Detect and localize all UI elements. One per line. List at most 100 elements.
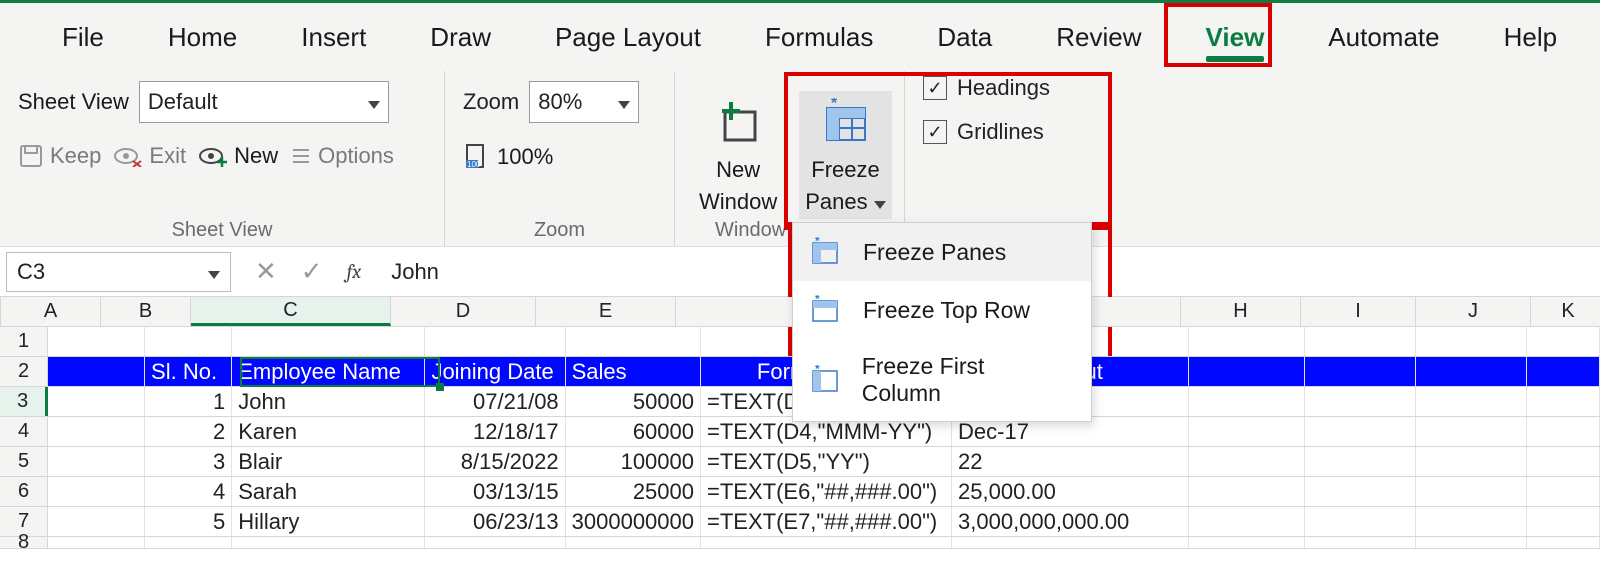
tab-file[interactable]: File bbox=[30, 16, 136, 59]
zoom-select[interactable]: 80% bbox=[529, 81, 639, 123]
new-window-button[interactable]: New Window bbox=[693, 91, 783, 219]
cell[interactable]: Joining Date bbox=[425, 357, 565, 386]
col-header-D[interactable]: D bbox=[391, 297, 536, 326]
cell[interactable] bbox=[701, 537, 952, 548]
zoom-100-button[interactable]: 100 100% bbox=[463, 143, 656, 171]
freeze-panes-button[interactable]: * Freeze Panes bbox=[799, 91, 892, 219]
cell[interactable] bbox=[1189, 447, 1305, 476]
row-header-5[interactable]: 5 bbox=[0, 447, 48, 476]
cell[interactable] bbox=[1527, 387, 1600, 416]
col-header-K[interactable]: K bbox=[1531, 297, 1600, 326]
cell[interactable] bbox=[232, 537, 425, 548]
enter-icon[interactable]: ✓ bbox=[301, 256, 323, 287]
cell[interactable]: 07/21/08 bbox=[425, 387, 565, 416]
cell[interactable] bbox=[1305, 537, 1416, 548]
cell[interactable] bbox=[1189, 507, 1305, 536]
col-header-B[interactable]: B bbox=[101, 297, 191, 326]
cell[interactable] bbox=[1527, 417, 1600, 446]
cell[interactable]: Sl. No. bbox=[145, 357, 232, 386]
cell[interactable]: 3,000,000,000.00 bbox=[952, 507, 1189, 536]
cell[interactable]: =TEXT(E7,"##,###.00") bbox=[701, 507, 952, 536]
cell[interactable] bbox=[48, 357, 145, 386]
col-header-H[interactable]: H bbox=[1181, 297, 1301, 326]
exit-button[interactable]: Exit bbox=[113, 143, 186, 169]
col-header-C[interactable]: C bbox=[191, 297, 391, 326]
cell[interactable]: John bbox=[232, 387, 425, 416]
name-box[interactable]: C3 bbox=[6, 252, 231, 292]
tab-draw[interactable]: Draw bbox=[398, 16, 523, 59]
options-button[interactable]: Options bbox=[290, 143, 394, 169]
cell[interactable] bbox=[1527, 447, 1600, 476]
cell[interactable] bbox=[425, 537, 565, 548]
tab-view[interactable]: View bbox=[1174, 16, 1297, 59]
cell[interactable] bbox=[1416, 447, 1527, 476]
cell[interactable] bbox=[1527, 537, 1600, 548]
gridlines-checkbox[interactable]: ✓ Gridlines bbox=[923, 119, 1050, 145]
row-header-4[interactable]: 4 bbox=[0, 417, 48, 446]
tab-insert[interactable]: Insert bbox=[269, 16, 398, 59]
cell[interactable] bbox=[1189, 477, 1305, 506]
cell[interactable] bbox=[1305, 357, 1416, 386]
row-header-2[interactable]: 2 bbox=[0, 357, 48, 386]
formula-value[interactable]: John bbox=[381, 259, 439, 285]
fill-handle[interactable] bbox=[436, 383, 444, 391]
row-header-1[interactable]: 1 bbox=[0, 327, 48, 356]
cell[interactable]: 1 bbox=[145, 387, 232, 416]
cell[interactable] bbox=[566, 537, 701, 548]
row-header-3[interactable]: 3 bbox=[0, 387, 48, 416]
cell[interactable] bbox=[1527, 507, 1600, 536]
cell[interactable]: 03/13/15 bbox=[425, 477, 565, 506]
col-header-E[interactable]: E bbox=[536, 297, 676, 326]
cell[interactable] bbox=[1305, 507, 1416, 536]
cell[interactable]: Employee Name bbox=[232, 357, 425, 386]
tab-formulas[interactable]: Formulas bbox=[733, 16, 905, 59]
cell[interactable] bbox=[48, 327, 145, 356]
cell[interactable] bbox=[1416, 477, 1527, 506]
cell[interactable] bbox=[1416, 537, 1527, 548]
cancel-icon[interactable]: ✕ bbox=[255, 256, 277, 287]
cell[interactable] bbox=[48, 387, 145, 416]
col-header-I[interactable]: I bbox=[1301, 297, 1416, 326]
cell[interactable] bbox=[1305, 327, 1416, 356]
keep-button[interactable]: Keep bbox=[18, 143, 101, 169]
cell[interactable]: Sarah bbox=[232, 477, 425, 506]
cell[interactable]: 8/15/2022 bbox=[425, 447, 565, 476]
cell[interactable]: 5 bbox=[145, 507, 232, 536]
cell[interactable] bbox=[952, 537, 1189, 548]
cell[interactable] bbox=[1416, 327, 1527, 356]
cell[interactable] bbox=[1527, 327, 1600, 356]
cell[interactable]: =TEXT(E6,"##,###.00") bbox=[701, 477, 952, 506]
cell[interactable] bbox=[1189, 537, 1305, 548]
cell[interactable] bbox=[1416, 417, 1527, 446]
cell[interactable] bbox=[1189, 357, 1305, 386]
cell[interactable]: 12/18/17 bbox=[425, 417, 565, 446]
row-header-6[interactable]: 6 bbox=[0, 477, 48, 506]
col-header-J[interactable]: J bbox=[1416, 297, 1531, 326]
cell[interactable] bbox=[1305, 447, 1416, 476]
cell[interactable]: Karen bbox=[232, 417, 425, 446]
cell[interactable]: Blair bbox=[232, 447, 425, 476]
cell[interactable]: 4 bbox=[145, 477, 232, 506]
cell[interactable]: 25000 bbox=[566, 477, 701, 506]
cell[interactable] bbox=[48, 507, 145, 536]
cell[interactable]: 3000000000 bbox=[566, 507, 701, 536]
cell[interactable]: 50000 bbox=[566, 387, 701, 416]
menu-item-freeze-first-column[interactable]: * Freeze First Column bbox=[793, 339, 1091, 421]
cell[interactable]: Sales bbox=[566, 357, 701, 386]
cell[interactable] bbox=[425, 327, 565, 356]
tab-help[interactable]: Help bbox=[1472, 16, 1589, 59]
cell[interactable]: =TEXT(D5,"YY") bbox=[701, 447, 952, 476]
cell[interactable] bbox=[566, 327, 701, 356]
cell[interactable] bbox=[1416, 507, 1527, 536]
sheet-view-select[interactable]: Default bbox=[139, 81, 389, 123]
tab-home[interactable]: Home bbox=[136, 16, 269, 59]
cell[interactable] bbox=[48, 447, 145, 476]
cell[interactable]: 06/23/13 bbox=[425, 507, 565, 536]
cell[interactable] bbox=[1527, 357, 1600, 386]
fx-icon[interactable]: fx bbox=[347, 260, 362, 283]
cell[interactable] bbox=[1189, 417, 1305, 446]
cell[interactable] bbox=[1305, 387, 1416, 416]
cell[interactable]: 100000 bbox=[566, 447, 701, 476]
cell[interactable] bbox=[145, 327, 232, 356]
cell[interactable] bbox=[1416, 357, 1527, 386]
